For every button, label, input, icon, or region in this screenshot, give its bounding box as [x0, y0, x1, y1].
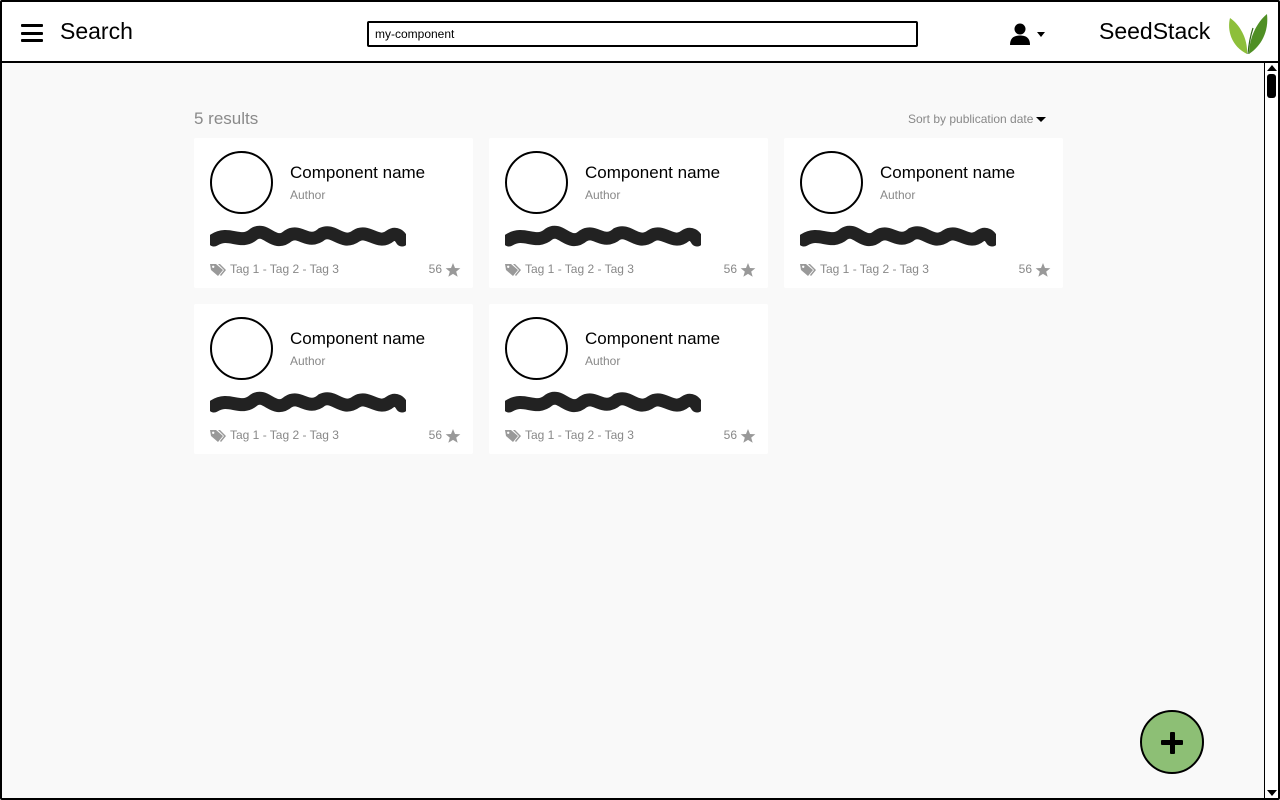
card-footer: Tag 1 - Tag 2 - Tag 3 56 [800, 262, 1051, 278]
component-avatar [210, 317, 273, 380]
tags-icon [210, 430, 226, 442]
component-author: Author [585, 354, 621, 368]
vertical-scrollbar[interactable] [1264, 63, 1278, 798]
page-title: Search [60, 18, 133, 44]
component-card[interactable]: Component name Author Tag 1 - Tag 2 - Ta… [194, 138, 473, 288]
scroll-up-arrow-icon[interactable] [1267, 65, 1277, 71]
component-author: Author [880, 188, 916, 202]
card-footer: Tag 1 - Tag 2 - Tag 3 56 [210, 428, 461, 444]
star-icon[interactable] [740, 428, 756, 444]
component-tags: Tag 1 - Tag 2 - Tag 3 [525, 428, 634, 442]
hamburger-menu-icon[interactable] [21, 24, 43, 42]
tags-icon [505, 430, 521, 442]
redacted-description [210, 391, 406, 413]
component-card[interactable]: Component name Author Tag 1 - Tag 2 - Ta… [489, 138, 768, 288]
star-icon[interactable] [740, 262, 756, 278]
tags-icon [210, 264, 226, 276]
sort-label: Sort by publication date [908, 112, 1034, 126]
chevron-down-icon [1037, 32, 1045, 37]
star-icon[interactable] [445, 262, 461, 278]
add-component-button[interactable] [1140, 710, 1204, 774]
user-icon [1010, 23, 1030, 45]
card-footer: Tag 1 - Tag 2 - Tag 3 56 [505, 262, 756, 278]
star-count: 56 [428, 428, 442, 442]
tags-icon [505, 264, 521, 276]
component-name: Component name [585, 163, 721, 182]
component-tags: Tag 1 - Tag 2 - Tag 3 [230, 262, 339, 276]
component-author: Author [585, 188, 621, 202]
component-tags: Tag 1 - Tag 2 - Tag 3 [525, 262, 634, 276]
star-count: 56 [723, 428, 737, 442]
component-avatar [505, 151, 568, 214]
app-window: Search SeedStack 5 results Sort by publi… [0, 0, 1280, 800]
scroll-down-arrow-icon[interactable] [1267, 790, 1277, 796]
star-count: 56 [723, 262, 737, 276]
component-avatar [800, 151, 863, 214]
star-count: 56 [428, 262, 442, 276]
component-name: Component name [290, 163, 426, 182]
redacted-description [210, 225, 406, 247]
tags-icon [800, 264, 816, 276]
chevron-down-icon [1036, 117, 1047, 123]
results-count: 5 results [194, 109, 259, 128]
component-name: Component name [585, 329, 721, 348]
top-bar: Search SeedStack [2, 2, 1278, 63]
component-name: Component name [290, 329, 426, 348]
component-avatar [210, 151, 273, 214]
scroll-thumb[interactable] [1267, 74, 1276, 98]
card-footer: Tag 1 - Tag 2 - Tag 3 56 [505, 428, 756, 444]
component-card[interactable]: Component name Author Tag 1 - Tag 2 - Ta… [194, 304, 473, 454]
redacted-description [800, 225, 996, 247]
search-input[interactable] [367, 21, 918, 47]
component-name: Component name [880, 163, 1016, 182]
component-author: Author [290, 188, 326, 202]
star-icon[interactable] [1035, 262, 1051, 278]
star-icon[interactable] [445, 428, 461, 444]
brand-name: SeedStack [1099, 18, 1211, 44]
redacted-description [505, 391, 701, 413]
star-count: 56 [1018, 262, 1032, 276]
component-avatar [505, 317, 568, 380]
component-card[interactable]: Component name Author Tag 1 - Tag 2 - Ta… [489, 304, 768, 454]
user-menu-button[interactable] [1008, 22, 1048, 46]
card-footer: Tag 1 - Tag 2 - Tag 3 56 [210, 262, 461, 278]
component-tags: Tag 1 - Tag 2 - Tag 3 [820, 262, 929, 276]
component-card[interactable]: Component name Author Tag 1 - Tag 2 - Ta… [784, 138, 1063, 288]
redacted-description [505, 225, 701, 247]
component-tags: Tag 1 - Tag 2 - Tag 3 [230, 428, 339, 442]
results-grid: Component name Author Tag 1 - Tag 2 - Ta… [194, 138, 1064, 454]
sort-dropdown[interactable]: Sort by publication date [908, 112, 1047, 126]
component-author: Author [290, 354, 326, 368]
seedstack-leaf-logo [1229, 14, 1268, 55]
